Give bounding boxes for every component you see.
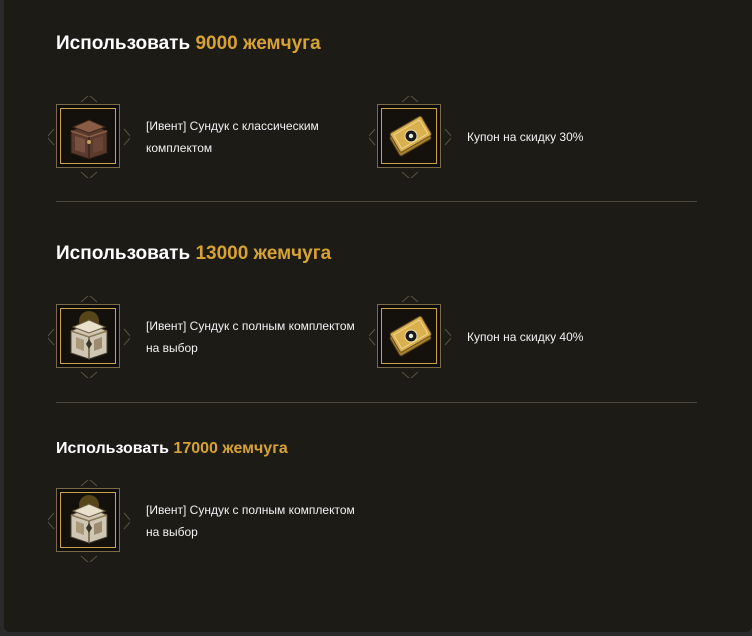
- item-label: [Ивент] Сундук с классическим комплектом: [146, 119, 319, 155]
- item-frame: [48, 96, 130, 178]
- section-divider: [56, 402, 697, 403]
- reward-item-silver-chest[interactable]: [Ивент] Сундук с полным комплектом на вы…: [48, 296, 355, 386]
- reward-item-coupon-40[interactable]: Купон на скидку 40%: [369, 296, 669, 386]
- section-title-prefix: Использовать: [56, 33, 191, 54]
- section-divider: [56, 201, 697, 202]
- section-title-1: Использовать 9000 жемчуга: [56, 33, 321, 55]
- section-amount: 13000 жемчуга: [195, 243, 332, 264]
- item-label: Купон на скидку 30%: [467, 130, 584, 144]
- gold-coupon-icon: [382, 309, 437, 364]
- item-frame: [369, 96, 451, 178]
- item-label: Купон на скидку 40%: [467, 330, 584, 344]
- item-label: [Ивент] Сундук с полным комплектом на вы…: [146, 319, 355, 355]
- bronze-chest-icon: [61, 109, 116, 164]
- item-label: [Ивент] Сундук с полным комплектом на вы…: [146, 503, 355, 539]
- reward-item-silver-chest-2[interactable]: [Ивент] Сундук с полным комплектом на вы…: [48, 480, 355, 570]
- item-frame: [48, 480, 130, 562]
- section-title-prefix: Использовать: [56, 440, 169, 457]
- silver-chest-icon: [61, 309, 116, 364]
- section-amount: 17000 жемчуга: [173, 440, 288, 457]
- reward-panel: Использовать 9000 жемчуга [Ивент] Сундук…: [4, 0, 752, 632]
- gold-coupon-icon: [382, 109, 437, 164]
- item-frame: [48, 296, 130, 378]
- section-amount: 9000 жемчуга: [195, 33, 321, 54]
- silver-chest-icon: [61, 493, 116, 548]
- reward-item-coupon-30[interactable]: Купон на скидку 30%: [369, 96, 669, 186]
- reward-item-bronze-chest[interactable]: [Ивент] Сундук с классическим комплектом: [48, 96, 348, 186]
- section-title-prefix: Использовать: [56, 243, 191, 264]
- section-title-2: Использовать 13000 жемчуга: [56, 243, 331, 265]
- section-title-3: Использовать 17000 жемчуга: [56, 440, 288, 458]
- item-frame: [369, 296, 451, 378]
